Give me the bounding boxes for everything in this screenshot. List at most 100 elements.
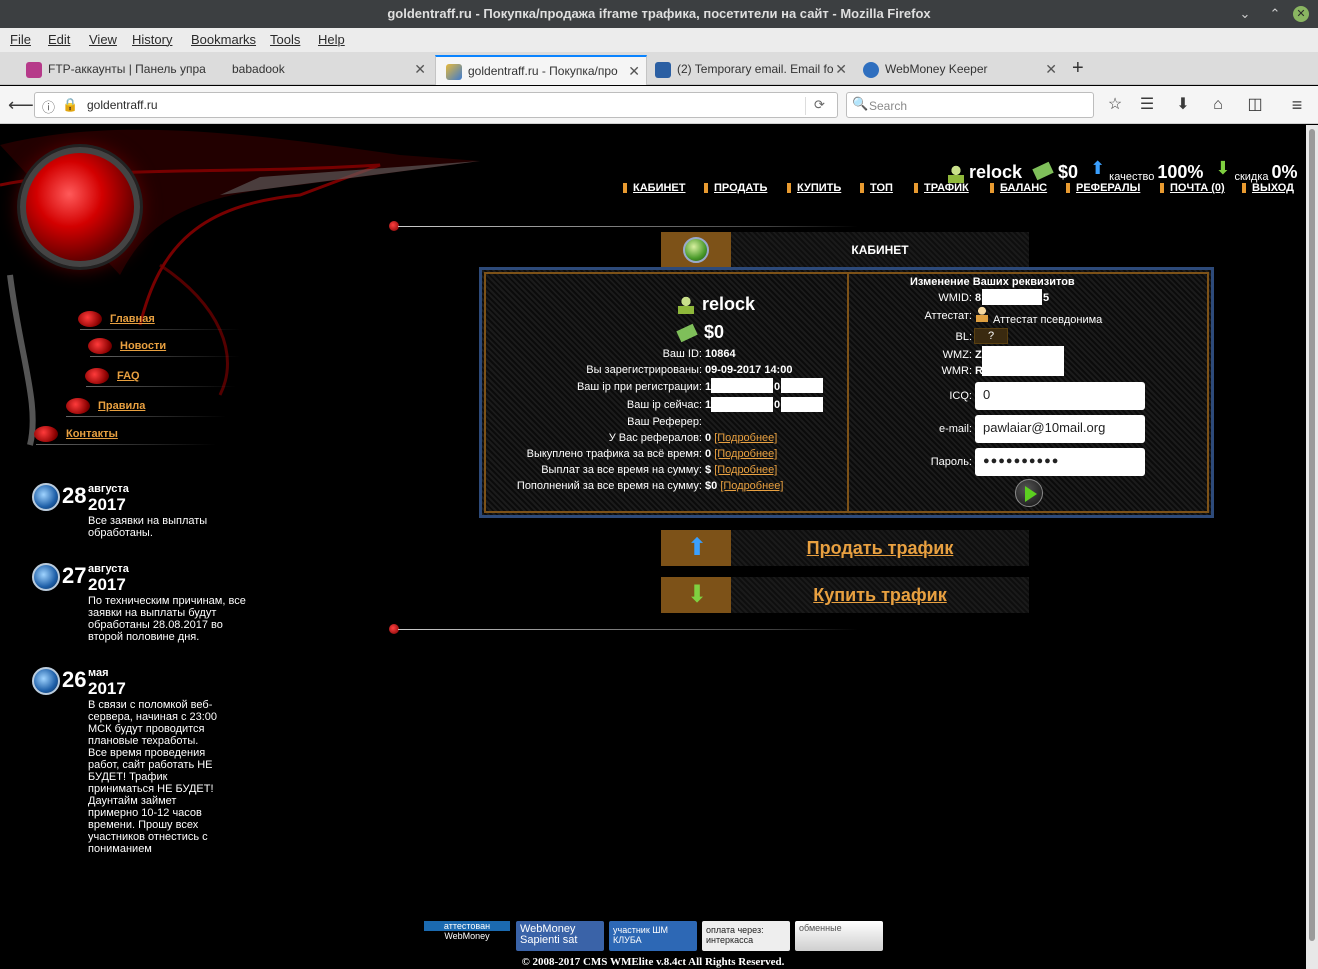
badge-text: аттестован WebMoney <box>424 921 510 941</box>
top-menu-referrals[interactable]: РЕФЕРАЛЫ <box>1066 182 1140 194</box>
menu-view[interactable]: View <box>89 32 117 47</box>
menu-bookmarks[interactable]: Bookmarks <box>191 32 256 47</box>
hamburger-menu-icon[interactable]: ≡ <box>1286 94 1308 116</box>
badge-text: WebMoney Sapienti sat <box>520 923 578 946</box>
menu-help[interactable]: Help <box>318 32 345 47</box>
scrollbar-thumb[interactable] <box>1309 129 1315 941</box>
discount-arrow-icon: ⬇ <box>1215 158 1231 178</box>
top-menu-cabinet[interactable]: КАБИНЕТ <box>623 182 685 194</box>
tab-webmoney[interactable]: WebMoney Keeper ✕ <box>853 55 1063 85</box>
tab-temp-email[interactable]: (2) Temporary email. Email fo ✕ <box>645 55 853 85</box>
vertical-scrollbar[interactable] <box>1306 125 1318 969</box>
menu-history[interactable]: History <box>132 32 172 47</box>
nav-link-news[interactable]: Новости <box>120 340 166 352</box>
nav-divider <box>80 329 240 330</box>
interkassa-badge[interactable]: оплата через: интеркасса <box>702 921 790 951</box>
redaction-box <box>781 397 823 412</box>
close-window-icon[interactable]: ✕ <box>1293 6 1309 22</box>
nav-item-news[interactable]: Новости <box>88 336 166 356</box>
top-username: relock <box>969 162 1023 182</box>
new-tab-button[interactable]: + <box>1072 56 1084 80</box>
password-input[interactable]: ●●●●●●●●●● <box>975 448 1145 476</box>
nav-item-faq[interactable]: FAQ <box>85 366 140 386</box>
top-menu-sell[interactable]: ПРОДАТЬ <box>704 182 767 194</box>
top-menu-top[interactable]: ТОП <box>860 182 893 194</box>
reload-icon[interactable]: ⟳ <box>805 97 825 115</box>
news-year: 2017 <box>88 495 126 514</box>
deposits-details-link[interactable]: [Подробнее] <box>720 480 783 492</box>
insecure-lock-icon[interactable]: 🔒 <box>62 97 78 113</box>
tab-goldentraff[interactable]: goldentraff.ru - Покупка/про ✕ <box>435 55 647 85</box>
search-input[interactable]: 🔍 Search <box>846 92 1094 118</box>
webmoney-attested-badge[interactable]: аттестован WebMoney <box>424 921 510 951</box>
nav-item-rules[interactable]: Правила <box>66 396 145 416</box>
web-page: Главная Новости FAQ Правила Контакты 28 … <box>0 125 1306 969</box>
info-row-current-ip: Ваш ip сейчас: <box>482 397 702 413</box>
user-id-value: 10864 <box>705 348 736 360</box>
cabinet-divider <box>847 272 849 513</box>
buy-traffic-link[interactable]: Купить трафик <box>731 577 1029 613</box>
nav-link-faq[interactable]: FAQ <box>117 370 140 382</box>
green-down-arrow-icon: ⬇ <box>687 581 708 608</box>
current-ip-suffix: 0 <box>774 399 781 411</box>
back-button[interactable]: ⟵ <box>8 94 34 116</box>
bought-details-link[interactable]: [Подробнее] <box>714 448 777 460</box>
top-menu-balance[interactable]: БАЛАНС <box>990 182 1047 194</box>
top-menu-exit[interactable]: ВЫХОД <box>1242 182 1294 194</box>
menu-tools[interactable]: Tools <box>270 32 300 47</box>
nav-link-contacts[interactable]: Контакты <box>66 428 118 440</box>
downloads-icon[interactable]: ⬇ <box>1172 94 1194 116</box>
url-bar[interactable]: ⓘ 🔒 goldentraff.ru ⟳ <box>34 92 838 118</box>
icq-input[interactable]: 0 <box>975 382 1145 410</box>
mail-icon <box>655 61 671 78</box>
red-bullet-icon <box>66 398 90 414</box>
email-input[interactable]: pawlaiar@10mail.org <box>975 415 1145 443</box>
sell-traffic-link[interactable]: Продать трафик <box>731 530 1029 566</box>
icq-label: ICQ: <box>949 390 972 402</box>
top-menu-mail[interactable]: ПОЧТА (0) <box>1160 182 1225 194</box>
tab-ftp[interactable]: FTP-аккаунты | Панель упра <box>16 55 220 85</box>
menu-file[interactable]: File <box>10 32 31 47</box>
money-icon <box>1032 161 1054 181</box>
clock-icon <box>32 483 60 511</box>
save-requisites-button[interactable] <box>1015 479 1043 507</box>
nav-link-home[interactable]: Главная <box>110 313 155 325</box>
buy-traffic-block[interactable]: ⬇ Купить трафик <box>661 577 1029 613</box>
close-tab-icon[interactable]: ✕ <box>628 57 640 85</box>
library-icon[interactable]: ☰ <box>1136 94 1158 116</box>
nav-item-contacts[interactable]: Контакты <box>34 424 118 444</box>
tab-label: goldentraff.ru - Покупка/про <box>468 64 618 78</box>
badge-text: оплата через: интеркасса <box>706 925 764 945</box>
home-icon[interactable]: ⌂ <box>1207 94 1229 116</box>
globe-icon <box>683 237 709 263</box>
menu-edit[interactable]: Edit <box>48 32 70 47</box>
nav-divider <box>90 356 240 357</box>
news-year: 2017 <box>88 679 126 698</box>
pocket-icon[interactable]: ◫ <box>1244 94 1266 116</box>
referrals-details-link[interactable]: [Подробнее] <box>714 432 777 444</box>
news-year: 2017 <box>88 575 126 594</box>
close-tab-icon[interactable]: ✕ <box>414 55 426 83</box>
close-tab-icon[interactable]: ✕ <box>835 55 847 83</box>
top-menu-buy[interactable]: КУПИТЬ <box>787 182 841 194</box>
row-label: Ваш Реферер: <box>627 416 702 428</box>
info-icon[interactable]: ⓘ <box>42 97 55 116</box>
maximize-icon[interactable]: ⌃ <box>1266 0 1284 28</box>
nav-item-home[interactable]: Главная <box>78 309 155 329</box>
close-tab-icon[interactable]: ✕ <box>1045 55 1057 83</box>
top-menu-traffic[interactable]: ТРАФИК <box>914 182 969 194</box>
bookmark-star-icon[interactable]: ☆ <box>1104 94 1126 116</box>
icq-row: ICQ: <box>862 388 972 404</box>
news-month: мая <box>88 667 109 679</box>
wm-club-badge[interactable]: участник ШМ КЛУБА <box>609 921 697 951</box>
wmr-label: WMR: <box>941 365 972 377</box>
sell-traffic-block[interactable]: ⬆ Продать трафик <box>661 530 1029 566</box>
webmoney-sapienti-badge[interactable]: WebMoney Sapienti sat <box>516 921 604 951</box>
minimize-icon[interactable]: ⌄ <box>1236 0 1254 28</box>
payouts-details-link[interactable]: [Подробнее] <box>714 464 777 476</box>
url-text[interactable]: goldentraff.ru <box>87 98 158 112</box>
news-month: августа <box>88 483 129 495</box>
nav-link-rules[interactable]: Правила <box>98 400 145 412</box>
tab-babadook[interactable]: babadook ✕ <box>222 55 432 85</box>
exchangers-badge[interactable]: обменные <box>795 921 883 951</box>
